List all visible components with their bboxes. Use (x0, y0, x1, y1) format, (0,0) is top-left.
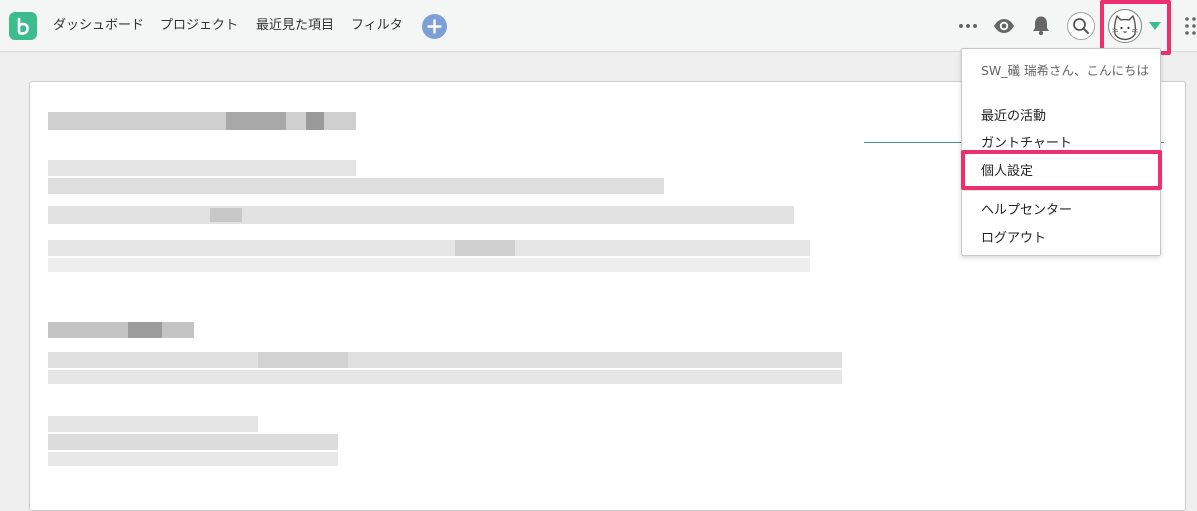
avatar-highlight-box (1100, 0, 1171, 55)
greeting-text: SW_礒 瑞希さん、こんにちは (981, 63, 1150, 78)
menu-item-help-center[interactable]: ヘルプセンター (981, 202, 1072, 219)
blurred-text (48, 240, 810, 256)
blurred-text (48, 206, 794, 224)
blurred-title-accent (306, 112, 324, 130)
eye-icon[interactable] (993, 17, 1015, 35)
top-navigation-bar: ダッシュボード プロジェクト 最近見た項目 フィルタ (0, 0, 1197, 55)
blurred-text (258, 352, 348, 368)
backlog-logo-icon[interactable] (9, 12, 37, 40)
blurred-text (48, 416, 258, 432)
blurred-text (48, 160, 356, 176)
search-button[interactable] (1067, 12, 1095, 40)
menu-item-recent-activity[interactable]: 最近の活動 (981, 108, 1046, 125)
nav-projects[interactable]: プロジェクト (160, 17, 238, 34)
blurred-text (48, 258, 810, 272)
blurred-text (210, 208, 242, 222)
blurred-text (48, 452, 338, 466)
add-button[interactable] (422, 14, 447, 39)
search-icon (1073, 18, 1089, 34)
blurred-text (48, 352, 842, 368)
personal-settings-highlight-box (961, 150, 1162, 190)
menu-item-logout[interactable]: ログアウト (981, 230, 1046, 247)
plus-icon (427, 19, 442, 34)
ellipsis-icon[interactable] (958, 21, 980, 31)
grid-icon[interactable] (1184, 16, 1197, 36)
blurred-text (48, 434, 338, 450)
menu-divider (962, 190, 1160, 191)
nav-filter[interactable]: フィルタ (351, 17, 403, 34)
nav-dashboard[interactable]: ダッシュボード (53, 17, 144, 34)
blurred-text (48, 370, 842, 384)
blurred-text (48, 178, 664, 194)
blurred-heading (48, 322, 194, 338)
bell-icon[interactable] (1031, 15, 1051, 36)
blurred-text (455, 240, 515, 256)
nav-recently-viewed[interactable]: 最近見た項目 (256, 17, 334, 34)
blurred-heading-accent (128, 322, 162, 338)
blurred-title-accent (226, 112, 286, 130)
